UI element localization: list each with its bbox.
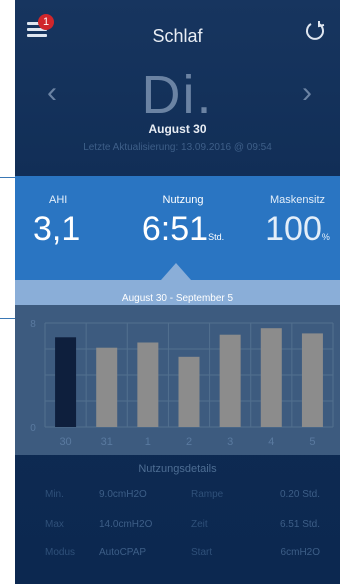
chart-bar [55,337,77,427]
x-tick-label: 5 [309,436,315,448]
mask-fit-label: Maskensitz [269,194,326,206]
ahi-value: 3,1 [33,210,81,248]
detail-key: Rampe [191,489,224,500]
top-bar: 1 Schlaf [15,0,340,66]
chart-bar [301,333,323,427]
usage-value: 6:51 [141,210,209,248]
x-tick-label: 2 [186,436,192,448]
detail-value: 14.0cmH2O [99,519,153,530]
phone-screen: 1 Schlaf ‹ Di. › August 30 Letzte Aktual… [15,0,340,584]
detail-key: Min. [45,489,64,500]
mask-fit-stat: Maskensitz 100% [255,194,340,249]
detail-value: 6cmH2O [280,547,320,558]
page-title: Schlaf [152,26,203,46]
detail-key: Zeit [191,519,208,530]
ahi-stat: AHI 3,1 [33,194,93,249]
detail-key: Modus [45,547,76,558]
detail-value: 0.20 Std. [279,489,320,500]
mask-fit-unit: % [321,232,330,242]
refresh-icon[interactable] [304,20,326,42]
x-tick-label: 3 [227,436,233,448]
usage-chart: 8 0 30 31 1 2 3 4 5 [15,305,340,455]
usage-details: Nutzungsdetails Min. 9.0cmH2O Rampe 0.20… [15,455,340,584]
detail-key: Max [45,519,64,530]
mask-fit-value: 100 [265,210,322,248]
day-navigator: ‹ Di. › August 30 Letzte Aktualisierung:… [15,65,340,176]
usage-stat: Nutzung 6:51Std. [123,194,243,249]
chart-bar [137,342,159,427]
usage-unit: Std. [208,232,225,242]
chart-bar [260,328,282,427]
x-tick-label: 4 [268,436,274,448]
selected-date: August 30 [148,122,207,136]
ahi-label: AHI [49,194,68,206]
y-tick-label: 0 [30,423,36,434]
details-title: Nutzungsdetails [138,463,217,475]
x-tick-label: 30 [59,436,71,448]
x-tick-label: 31 [101,436,113,448]
detail-value: 6.51 Std. [279,519,320,530]
selection-pointer [161,263,191,280]
detail-key: Start [191,547,213,558]
chart-bar [219,334,241,427]
x-tick-label: 1 [145,436,151,448]
next-day-button[interactable]: › [292,76,322,110]
y-tick-label: 8 [30,319,36,330]
detail-value: AutoCPAP [99,547,147,558]
week-range: August 30 - September 5 [15,280,340,305]
detail-value: 9.0cmH2O [99,489,147,500]
chart-bar [178,356,200,427]
usage-label: Nutzung [162,194,204,206]
last-update-text: Letzte Aktualisierung: 13.09.2016 @ 09:5… [83,142,272,153]
chart-bar [96,347,118,427]
usage-bar-chart: 8 0 30 31 1 2 3 4 5 [30,319,334,448]
